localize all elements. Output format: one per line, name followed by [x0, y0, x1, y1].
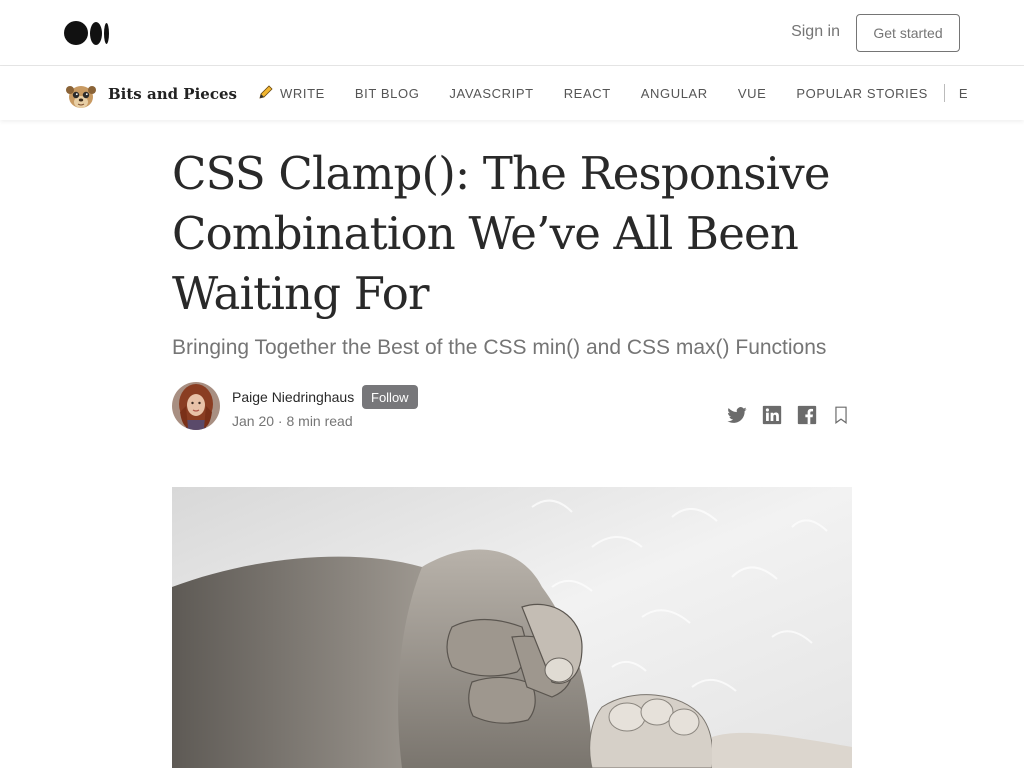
- follow-button[interactable]: Follow: [362, 385, 418, 409]
- bookmark-icon[interactable]: [830, 404, 852, 426]
- linkedin-icon[interactable]: [760, 404, 784, 426]
- nav-item-javascript[interactable]: JAVASCRIPT: [449, 86, 533, 101]
- nav-item-write[interactable]: WRITE: [258, 84, 325, 103]
- author-byline: Paige Niedringhaus Follow Jan 20 · 8 min…: [172, 382, 852, 432]
- publication-nav: WRITE BIT BLOG JAVASCRIPT REACT ANGULAR …: [258, 66, 968, 120]
- nav-item-truncated[interactable]: E: [959, 86, 968, 101]
- nav-item-bit-blog[interactable]: BIT BLOG: [355, 86, 420, 101]
- top-bar: Sign in Get started: [0, 0, 1024, 66]
- publication-name: Bits and Pieces: [108, 85, 237, 103]
- hero-image: [172, 487, 852, 768]
- article-subtitle: Bringing Together the Best of the CSS mi…: [172, 336, 827, 359]
- share-actions: [714, 404, 852, 426]
- publication-nav-bar: Bits and Pieces WRITE BIT BLOG JAVASCRIP…: [0, 66, 1024, 120]
- nav-item-react[interactable]: REACT: [564, 86, 611, 101]
- author-avatar[interactable]: [172, 382, 220, 430]
- meerkat-avatar-icon: [64, 78, 98, 110]
- author-name[interactable]: Paige Niedringhaus: [232, 389, 354, 405]
- nav-item-vue[interactable]: VUE: [738, 86, 767, 101]
- sign-in-link[interactable]: Sign in: [791, 23, 840, 41]
- get-started-button[interactable]: Get started: [856, 14, 960, 52]
- facebook-icon[interactable]: [795, 404, 819, 426]
- article-meta: Jan 20 · 8 min read: [232, 413, 353, 429]
- twitter-icon[interactable]: [725, 404, 749, 426]
- article-title: CSS Clamp(): The Responsive Combination …: [172, 147, 830, 320]
- publication-brand[interactable]: Bits and Pieces: [64, 78, 237, 110]
- nav-item-popular-stories[interactable]: POPULAR STORIES: [796, 86, 928, 101]
- nav-divider: [943, 84, 945, 102]
- nav-item-angular[interactable]: ANGULAR: [641, 86, 708, 101]
- pencil-icon: [258, 84, 274, 103]
- medium-logo-icon[interactable]: [64, 21, 110, 45]
- nav-item-label: WRITE: [280, 85, 325, 101]
